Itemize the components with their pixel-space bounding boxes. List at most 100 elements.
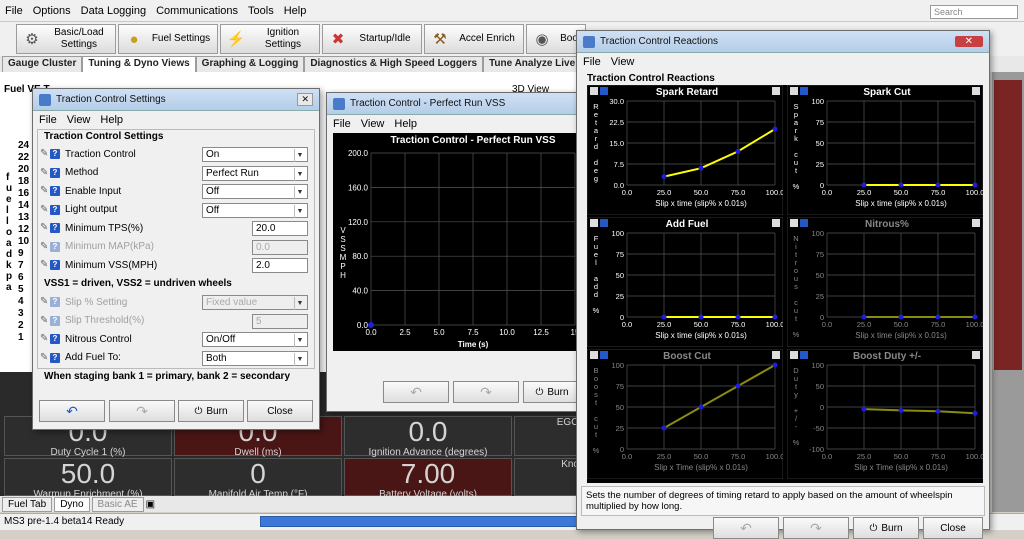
chart-add-fuel[interactable]: Add Fuel0.0 25.0 50.0 75.0 100.00255075100F u… bbox=[587, 217, 783, 347]
burn-button[interactable]: ⏻ Burn bbox=[178, 400, 244, 422]
chart-spark-retard[interactable]: Spark Retard0.0 25.0 50.0 75.0 100.00.07.515… bbox=[587, 85, 783, 215]
basic-load-settings-button[interactable]: ⚙ Basic/Load Settings bbox=[16, 24, 116, 54]
data-point[interactable] bbox=[935, 408, 941, 414]
chart-options-icon[interactable] bbox=[972, 87, 980, 95]
settings-title-bar[interactable]: Traction Control Settings ✕ bbox=[33, 89, 319, 111]
chart-spark-cut[interactable]: Spark Cut0.0 25.0 50.0 75.0 100.00255075100S… bbox=[787, 85, 983, 215]
search-input[interactable]: Search bbox=[930, 5, 1018, 19]
chart-help-icon[interactable] bbox=[600, 87, 608, 95]
chart-help-icon[interactable] bbox=[600, 219, 608, 227]
setting-spinner[interactable]: 2.0 bbox=[252, 258, 308, 273]
help-icon[interactable]: ? bbox=[50, 186, 60, 197]
chart-boost-cut[interactable]: Boost Cut0.0 25.0 50.0 75.0 100.00255075100B… bbox=[587, 349, 783, 479]
help-icon[interactable]: ? bbox=[50, 149, 60, 160]
tab-gauge-cluster[interactable]: Gauge Cluster bbox=[2, 56, 83, 72]
menu-help[interactable]: Help bbox=[279, 5, 312, 17]
chart-options-icon[interactable] bbox=[772, 87, 780, 95]
tab-dyno[interactable]: Dyno bbox=[54, 496, 90, 512]
vss-menu-view[interactable]: View bbox=[361, 118, 385, 130]
vss-chart[interactable]: Traction Control - Perfect Run VSS 0.0 2.5… bbox=[333, 133, 581, 351]
close-icon[interactable]: ✕ bbox=[297, 93, 313, 106]
setting-dropdown[interactable]: Off bbox=[202, 202, 308, 218]
tab-graphing-logging[interactable]: Graphing & Logging bbox=[195, 56, 305, 72]
setting-spinner[interactable]: 20.0 bbox=[252, 221, 308, 236]
help-icon[interactable]: ? bbox=[50, 223, 60, 234]
data-point[interactable] bbox=[861, 314, 867, 320]
chart-help-icon[interactable] bbox=[800, 87, 808, 95]
undo-button[interactable]: ↶ bbox=[39, 400, 105, 422]
data-point[interactable] bbox=[698, 314, 704, 320]
setting-dropdown[interactable]: Fixed value bbox=[202, 295, 308, 310]
data-point[interactable] bbox=[735, 314, 741, 320]
vss-menu-help[interactable]: Help bbox=[394, 118, 417, 130]
data-point[interactable] bbox=[772, 314, 778, 320]
help-icon[interactable]: ? bbox=[50, 260, 60, 271]
menu-communications[interactable]: Communications bbox=[151, 5, 243, 17]
data-point[interactable] bbox=[661, 314, 667, 320]
reactions-menu-view[interactable]: View bbox=[611, 56, 635, 68]
tab-fuel-tab[interactable]: Fuel Tab bbox=[2, 496, 53, 512]
help-icon[interactable]: ? bbox=[50, 334, 60, 345]
redo-button[interactable]: ↷ bbox=[109, 400, 175, 422]
data-point[interactable] bbox=[935, 314, 941, 320]
close-button[interactable]: Close bbox=[247, 400, 313, 422]
data-point[interactable] bbox=[861, 406, 867, 412]
reactions-undo-button[interactable]: ↶ bbox=[713, 517, 779, 539]
help-icon[interactable]: ? bbox=[50, 167, 60, 178]
chart-menu-icon[interactable] bbox=[590, 219, 598, 227]
settings-menu-view[interactable]: View bbox=[67, 114, 91, 126]
ignition-settings-button[interactable]: ⚡ Ignition Settings bbox=[220, 24, 320, 54]
chart-options-icon[interactable] bbox=[972, 351, 980, 359]
data-point[interactable] bbox=[735, 383, 741, 389]
setting-dropdown[interactable]: Both bbox=[202, 350, 308, 366]
menu-tools[interactable]: Tools bbox=[243, 5, 279, 17]
data-point[interactable] bbox=[898, 407, 904, 413]
chart-help-icon[interactable] bbox=[800, 351, 808, 359]
chart-boost-duty-[interactable]: Boost Duty +/-0.0 25.0 50.0 75.0 100.0-100-5… bbox=[787, 349, 983, 479]
menu-data-logging[interactable]: Data Logging bbox=[76, 5, 151, 17]
reactions-menu-file[interactable]: File bbox=[583, 56, 601, 68]
startup-idle-button[interactable]: ✖ Startup/Idle bbox=[322, 24, 422, 54]
chart-menu-icon[interactable] bbox=[590, 87, 598, 95]
data-point[interactable] bbox=[735, 148, 741, 154]
settings-menu-file[interactable]: File bbox=[39, 114, 57, 126]
menu-file[interactable]: File bbox=[0, 5, 28, 17]
tab-diagnostics[interactable]: Diagnostics & High Speed Loggers bbox=[304, 56, 484, 72]
tab-basic-ae[interactable]: Basic AE bbox=[91, 496, 144, 512]
vss-burn-button[interactable]: ⏻ Burn bbox=[523, 381, 581, 403]
setting-spinner[interactable]: 0.0 bbox=[252, 239, 308, 255]
vss-redo-button[interactable]: ↷ bbox=[453, 381, 519, 403]
data-point[interactable] bbox=[661, 425, 667, 431]
data-point[interactable] bbox=[772, 362, 778, 368]
data-point[interactable] bbox=[972, 314, 978, 320]
accel-enrich-button[interactable]: ⚒ Accel Enrich bbox=[424, 24, 524, 54]
data-point[interactable] bbox=[698, 404, 704, 410]
data-point[interactable] bbox=[972, 410, 978, 416]
chart-menu-icon[interactable] bbox=[790, 87, 798, 95]
chart-menu-icon[interactable] bbox=[790, 351, 798, 359]
chart-nitrous-[interactable]: Nitrous%0.0 25.0 50.0 75.0 100.00255075100N i… bbox=[787, 217, 983, 347]
chart-help-icon[interactable] bbox=[800, 219, 808, 227]
close-icon[interactable]: ✕ bbox=[954, 36, 983, 47]
help-icon[interactable]: ? bbox=[50, 241, 60, 252]
data-point[interactable] bbox=[898, 182, 904, 188]
data-point[interactable] bbox=[972, 182, 978, 188]
reactions-close-button[interactable]: Close bbox=[923, 517, 983, 539]
setting-spinner[interactable]: 5 bbox=[252, 313, 308, 329]
chart-options-icon[interactable] bbox=[972, 219, 980, 227]
help-icon[interactable]: ? bbox=[50, 352, 60, 363]
setting-dropdown[interactable]: On bbox=[202, 147, 308, 162]
chart-options-icon[interactable] bbox=[772, 219, 780, 227]
tab-tuning-dyno-views[interactable]: Tuning & Dyno Views bbox=[82, 56, 196, 72]
setting-dropdown[interactable]: Perfect Run bbox=[202, 165, 308, 181]
chart-menu-icon[interactable] bbox=[790, 219, 798, 227]
fuel-settings-button[interactable]: ● Fuel Settings bbox=[118, 24, 218, 54]
reactions-burn-button[interactable]: ⏻ Burn bbox=[853, 517, 919, 539]
chart-menu-icon[interactable] bbox=[590, 351, 598, 359]
chart-help-icon[interactable] bbox=[600, 351, 608, 359]
help-icon[interactable]: ? bbox=[50, 204, 60, 215]
vss-undo-button[interactable]: ↶ bbox=[383, 381, 449, 403]
data-point[interactable] bbox=[368, 322, 374, 328]
settings-menu-help[interactable]: Help bbox=[100, 114, 123, 126]
chart-options-icon[interactable] bbox=[772, 351, 780, 359]
